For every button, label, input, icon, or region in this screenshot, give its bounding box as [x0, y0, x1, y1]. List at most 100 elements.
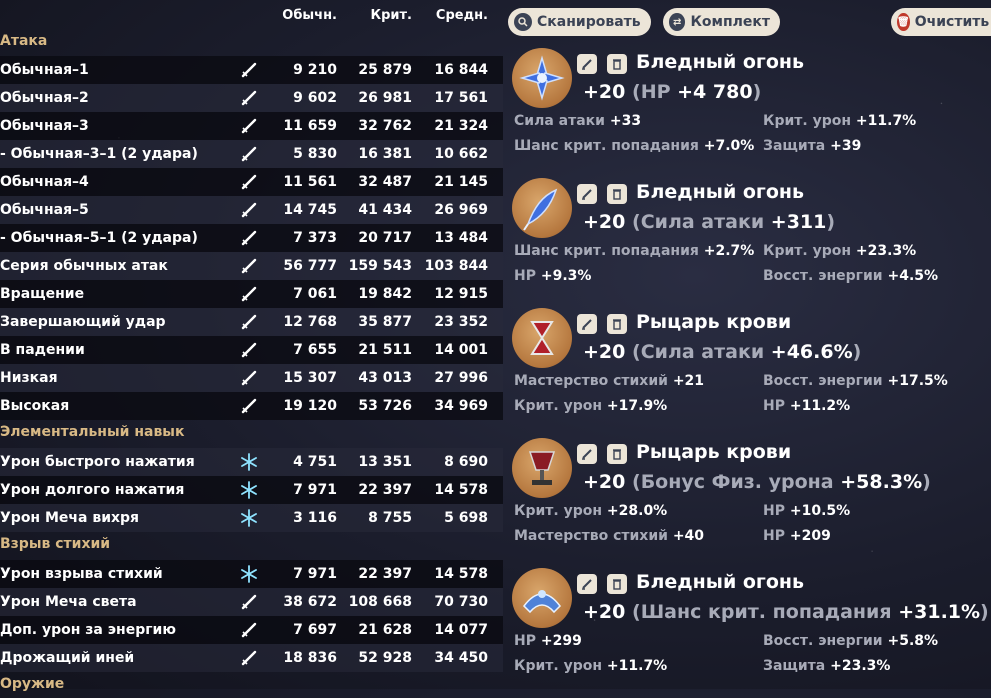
artifact-set-name: Бледный огонь — [636, 51, 805, 73]
avg-damage-value: 14 001 — [434, 342, 488, 358]
circlet-icon — [512, 568, 572, 628]
crit-damage-value: 22 397 — [358, 482, 412, 498]
table-row: Обычная–5 14 745 41 434 26 969 — [0, 196, 503, 224]
substat-value: +299 — [540, 633, 582, 649]
substat-value: +5.8% — [887, 633, 939, 649]
artifact-substat: Крит. урон +28.0% — [514, 503, 667, 519]
artifact-level: +20 — [583, 601, 626, 623]
normal-damage-value: 3 116 — [293, 510, 337, 526]
normal-damage-value: 7 655 — [293, 342, 337, 358]
delete-icon[interactable] — [607, 184, 627, 204]
col-header-avg: Средн. — [435, 8, 488, 23]
scan-button[interactable]: Сканировать — [508, 8, 651, 36]
artifact-substat: Шанс крит. попадания +7.0% — [514, 138, 754, 154]
artifact-substat: Восст. энергии +5.8% — [763, 633, 938, 649]
delete-icon[interactable] — [607, 444, 627, 464]
avg-damage-value: 34 450 — [434, 650, 488, 666]
sword-icon — [240, 285, 258, 303]
table-row: Дрожащий иней 18 836 52 928 34 450 — [0, 644, 503, 672]
substat-value: +39 — [830, 138, 862, 154]
crit-damage-value: 52 928 — [358, 650, 412, 666]
avg-damage-value: 34 969 — [434, 398, 488, 414]
sword-icon — [240, 313, 258, 331]
table-row: Серия обычных атак 56 777 159 543 103 844 — [0, 252, 503, 280]
sword-icon — [240, 649, 258, 667]
normal-damage-value: 18 836 — [283, 650, 337, 666]
main-stat-value: +311 — [770, 211, 827, 233]
avg-damage-value: 21 145 — [434, 174, 488, 190]
substat-name: Защита — [763, 658, 826, 674]
table-row: Урон долгого нажатия 7 971 22 397 14 578 — [0, 476, 503, 504]
edit-icon[interactable] — [577, 184, 597, 204]
sword-icon — [240, 89, 258, 107]
normal-damage-value: 14 745 — [283, 202, 337, 218]
substat-value: +17.5% — [887, 373, 948, 389]
clear-button[interactable]: 🗑 Очистить — [891, 8, 991, 36]
crit-damage-value: 26 981 — [358, 90, 412, 106]
set-button-label: Комплект — [690, 14, 770, 30]
edit-icon[interactable] — [577, 54, 597, 74]
delete-icon[interactable] — [607, 574, 627, 594]
table-header: Обычн. Крит. Средн. — [0, 0, 503, 30]
artifact-substat: Мастерство стихий +21 — [514, 373, 704, 389]
row-label: Обычная–5 — [0, 202, 89, 218]
section-title: Взрыв стихий — [0, 536, 111, 552]
row-label: Обычная–3 — [0, 118, 89, 134]
search-icon — [514, 13, 532, 31]
artifact-substat: HP +11.2% — [763, 398, 850, 414]
delete-icon[interactable] — [607, 54, 627, 74]
cryo-icon — [240, 565, 258, 583]
delete-icon[interactable] — [607, 314, 627, 334]
avg-damage-value: 26 969 — [434, 202, 488, 218]
substat-value: +33 — [609, 113, 642, 129]
avg-damage-value: 70 730 — [434, 594, 488, 610]
normal-damage-value: 11 659 — [283, 118, 337, 134]
table-row: Обычная–4 11 561 32 487 21 145 — [0, 168, 503, 196]
table-row: Урон Меча света 38 672 108 668 70 730 — [0, 588, 503, 616]
substat-name: Крит. урон — [514, 658, 603, 674]
substat-value: +23.3% — [830, 658, 891, 674]
substat-value: +11.7% — [606, 658, 668, 674]
row-label: Урон быстрого нажатия — [0, 454, 195, 470]
edit-icon[interactable] — [577, 444, 597, 464]
section-title: Оружие — [0, 676, 65, 692]
substat-name: Мастерство стихий — [514, 373, 668, 389]
row-label: В падении — [0, 342, 85, 358]
crit-damage-value: 41 434 — [358, 202, 412, 218]
crit-damage-value: 159 543 — [348, 258, 412, 274]
artifact-main-stat: +20 (Сила атаки +46.6%) — [583, 341, 861, 363]
row-label: Низкая — [0, 370, 58, 386]
row-label: Урон Меча вихря — [0, 510, 140, 526]
damage-table: Обычн. Крит. Средн. — [0, 0, 503, 30]
sword-icon — [240, 397, 258, 415]
substat-value: +209 — [789, 528, 831, 544]
normal-damage-value: 7 971 — [293, 482, 337, 498]
substat-name: Восст. энергии — [763, 633, 883, 649]
crit-damage-value: 16 381 — [358, 146, 412, 162]
row-label: Дрожащий иней — [0, 650, 135, 666]
sword-icon — [240, 257, 258, 275]
table-row: - Обычная–5–1 (2 удара) 7 373 20 717 13 484 — [0, 224, 503, 252]
edit-icon[interactable] — [577, 314, 597, 334]
table-row: Завершающий удар 12 768 35 877 23 352 — [0, 308, 503, 336]
table-row: Урон Меча вихря 3 116 8 755 5 698 — [0, 504, 503, 532]
row-label: Обычная–2 — [0, 90, 89, 106]
substat-value: +40 — [672, 528, 705, 544]
normal-damage-value: 7 971 — [293, 566, 337, 582]
main-stat-value: +46.6% — [770, 341, 853, 363]
col-header-normal: Обычн. — [282, 8, 337, 23]
cryo-icon — [240, 509, 258, 527]
edit-icon[interactable] — [577, 574, 597, 594]
avg-damage-value: 13 484 — [434, 230, 488, 246]
main-stat-name: Бонус Физ. урона — [640, 471, 834, 493]
substat-name: Защита — [763, 138, 826, 154]
main-stat-open: ( — [632, 211, 641, 233]
set-button[interactable]: ⇄ Комплект — [663, 8, 780, 36]
section-header-attack: Атака — [0, 30, 503, 54]
normal-damage-value: 7 697 — [293, 622, 337, 638]
scan-button-label: Сканировать — [537, 14, 641, 30]
table-row: Урон взрыва стихий 7 971 22 397 14 578 — [0, 560, 503, 588]
main-stat-name: HP — [640, 81, 671, 103]
row-label: - Обычная–5–1 (2 удара) — [0, 230, 198, 246]
row-label: Обычная–1 — [0, 62, 89, 78]
